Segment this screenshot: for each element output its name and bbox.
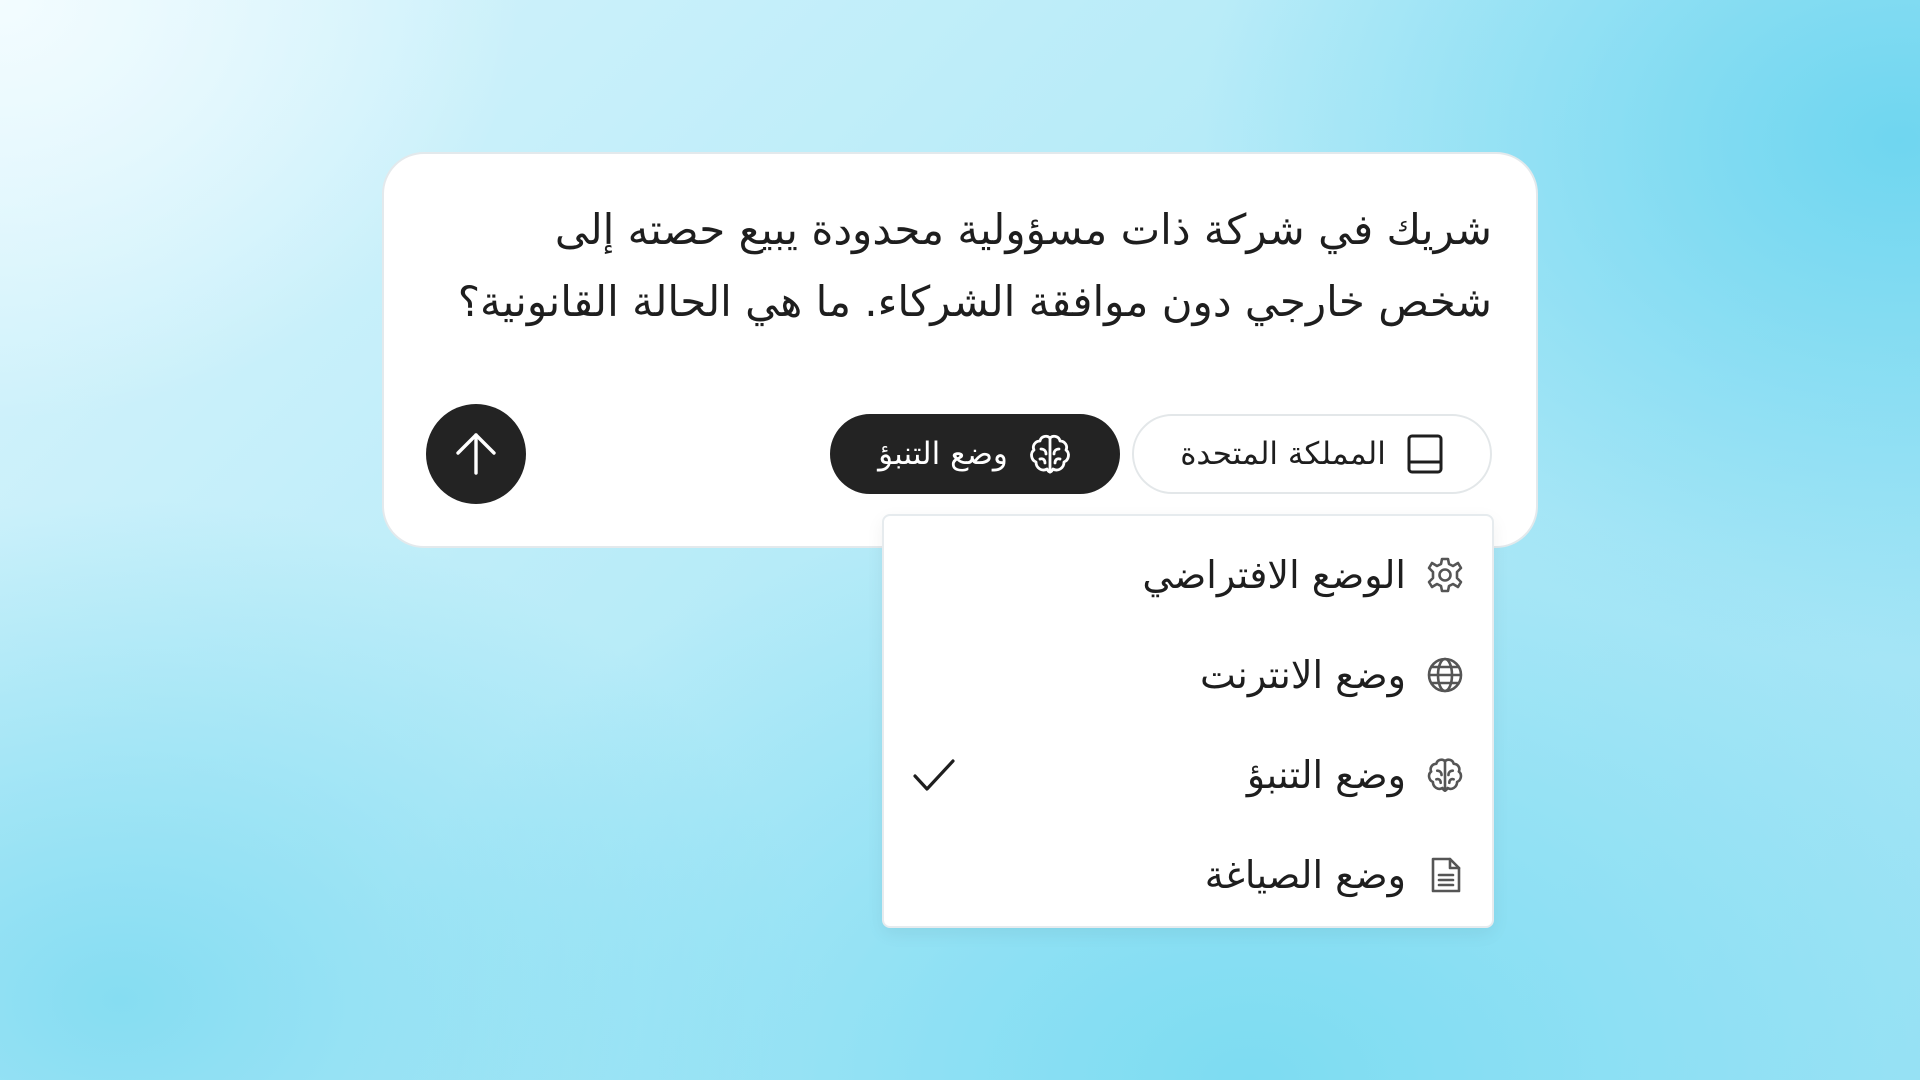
checkmark-icon <box>913 759 955 791</box>
menu-item-label: وضع التنبؤ <box>1246 753 1406 797</box>
region-label: المملكة المتحدة <box>1180 436 1386 472</box>
mode-selector-button[interactable]: وضع التنبؤ <box>830 414 1120 494</box>
menu-item-label: وضع الانترنت <box>1199 653 1406 697</box>
brain-icon <box>1030 434 1070 474</box>
mode-dropdown-menu: الوضع الافتراضي وضع الانترنت وضع التنبؤ <box>882 514 1494 928</box>
menu-item-drafting-mode[interactable]: وضع الصياغة <box>884 824 1492 924</box>
menu-item-label: الوضع الافتراضي <box>1142 553 1406 597</box>
brain-icon <box>1427 758 1463 792</box>
region-selector-button[interactable]: المملكة المتحدة <box>1132 414 1492 494</box>
document-icon <box>1431 857 1461 893</box>
menu-item-prediction-mode[interactable]: وضع التنبؤ <box>884 724 1492 824</box>
book-icon <box>1407 434 1443 474</box>
mode-label: وضع التنبؤ <box>878 436 1008 472</box>
menu-item-label: وضع الصياغة <box>1204 853 1406 897</box>
globe-icon <box>1427 657 1463 693</box>
chat-input-card: شريك في شركة ذات مسؤولية محدودة يبيع حصت… <box>382 152 1538 548</box>
prompt-text[interactable]: شريك في شركة ذات مسؤولية محدودة يبيع حصت… <box>432 194 1492 338</box>
send-button[interactable] <box>426 404 526 504</box>
menu-item-default-mode[interactable]: الوضع الافتراضي <box>884 524 1492 624</box>
menu-item-internet-mode[interactable]: وضع الانترنت <box>884 624 1492 724</box>
arrow-up-icon <box>456 433 496 475</box>
gear-icon <box>1427 557 1463 593</box>
